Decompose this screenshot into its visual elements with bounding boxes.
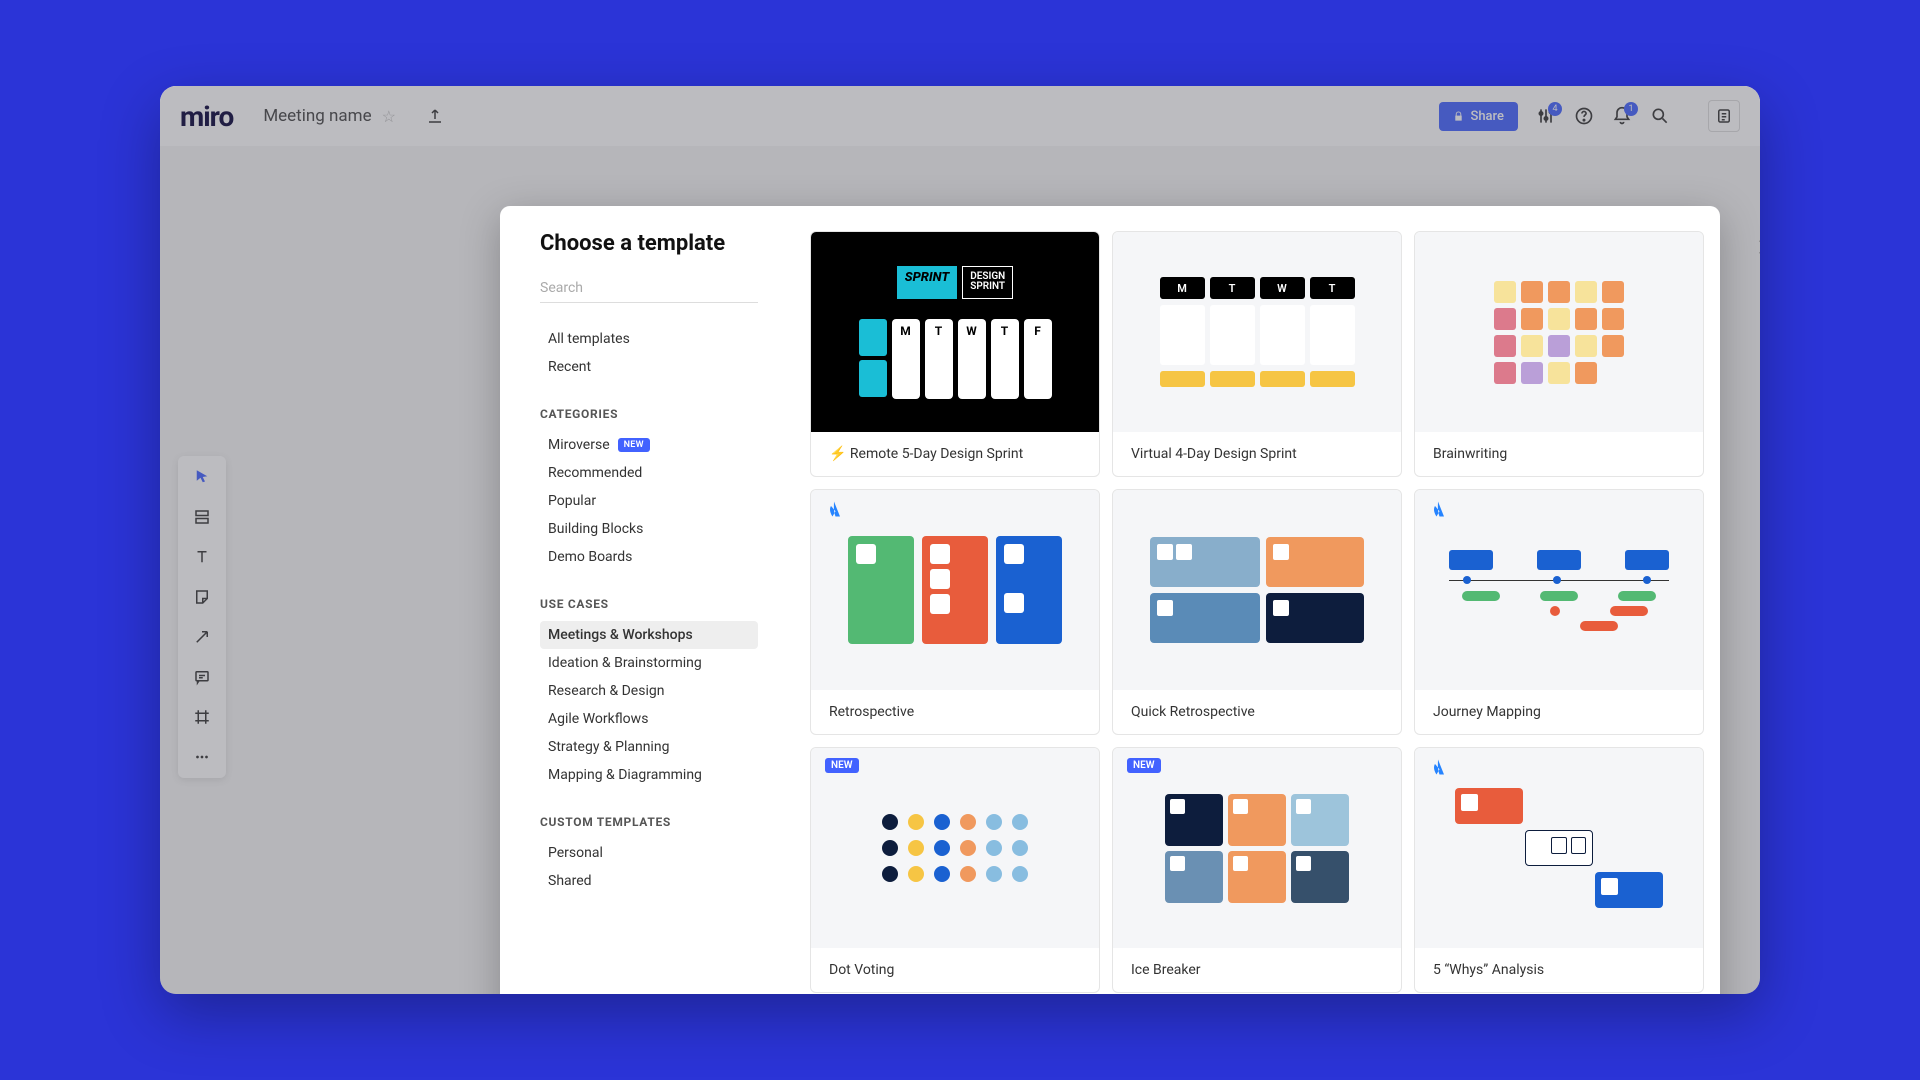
card-preview: MTWT <box>1113 232 1401 432</box>
card-title: Brainwriting <box>1415 432 1703 476</box>
design-sprint-badge: DESIGNSPRINT <box>962 266 1013 299</box>
card-preview <box>1415 232 1703 432</box>
template-grid-container: SPRINT DESIGNSPRINT M T W T F ⚡ Remote 5… <box>780 206 1720 994</box>
card-preview: NEW <box>811 748 1099 948</box>
section-categories: CATEGORIES <box>540 407 758 421</box>
atlassian-icon <box>825 500 843 518</box>
atlassian-icon <box>1429 758 1447 776</box>
card-title: Retrospective <box>811 690 1099 734</box>
card-preview <box>1415 748 1703 948</box>
card-title: 5 “Whys” Analysis <box>1415 948 1703 992</box>
card-preview <box>1415 490 1703 690</box>
template-card-virtual-sprint[interactable]: MTWT Virtual 4-Day Design Sprint <box>1112 231 1402 477</box>
custom-personal[interactable]: Personal <box>540 839 758 867</box>
template-card-remote-sprint[interactable]: SPRINT DESIGNSPRINT M T W T F ⚡ Remote 5… <box>810 231 1100 477</box>
card-title: Quick Retrospective <box>1113 690 1401 734</box>
atlassian-icon <box>1429 500 1447 518</box>
custom-shared[interactable]: Shared <box>540 867 758 895</box>
template-modal: Choose a template All templates Recent C… <box>500 206 1720 994</box>
cat-popular[interactable]: Popular <box>540 487 758 515</box>
cat-miroverse[interactable]: Miroverse NEW <box>540 431 758 459</box>
card-title: Virtual 4-Day Design Sprint <box>1113 432 1401 476</box>
cat-demo-boards[interactable]: Demo Boards <box>540 543 758 571</box>
uc-meetings[interactable]: Meetings & Workshops <box>540 621 758 649</box>
cat-building-blocks[interactable]: Building Blocks <box>540 515 758 543</box>
nav-all-templates[interactable]: All templates <box>540 325 758 353</box>
template-grid: SPRINT DESIGNSPRINT M T W T F ⚡ Remote 5… <box>810 231 1690 994</box>
card-preview: SPRINT DESIGNSPRINT M T W T F <box>811 232 1099 432</box>
template-card-journey[interactable]: Journey Mapping <box>1414 489 1704 735</box>
section-usecases: USE CASES <box>540 597 758 611</box>
cat-recommended[interactable]: Recommended <box>540 459 758 487</box>
new-badge: NEW <box>1127 758 1161 773</box>
cat-label: Miroverse <box>548 437 610 453</box>
search-input[interactable] <box>540 274 758 303</box>
modal-sidebar: Choose a template All templates Recent C… <box>500 206 780 994</box>
sprint-badge: SPRINT <box>897 266 957 299</box>
nav-recent[interactable]: Recent <box>540 353 758 381</box>
template-card-dot-voting[interactable]: NEW Dot Voting <box>810 747 1100 993</box>
card-title: Ice Breaker <box>1113 948 1401 992</box>
card-preview <box>811 490 1099 690</box>
uc-ideation[interactable]: Ideation & Brainstorming <box>540 649 758 677</box>
modal-title: Choose a template <box>540 231 758 256</box>
uc-agile[interactable]: Agile Workflows <box>540 705 758 733</box>
app-frame: miro Meeting name ☆ Share 4 1 <box>160 86 1760 994</box>
template-card-5whys[interactable]: 5 “Whys” Analysis <box>1414 747 1704 993</box>
uc-strategy[interactable]: Strategy & Planning <box>540 733 758 761</box>
section-custom: CUSTOM TEMPLATES <box>540 815 758 829</box>
uc-research[interactable]: Research & Design <box>540 677 758 705</box>
card-title: Dot Voting <box>811 948 1099 992</box>
template-card-quick-retro[interactable]: Quick Retrospective <box>1112 489 1402 735</box>
card-title: Journey Mapping <box>1415 690 1703 734</box>
template-card-ice-breaker[interactable]: NEW Ice Breaker <box>1112 747 1402 993</box>
uc-mapping[interactable]: Mapping & Diagramming <box>540 761 758 789</box>
new-badge: NEW <box>618 438 650 452</box>
close-icon[interactable] <box>1755 236 1760 258</box>
card-title: ⚡ Remote 5-Day Design Sprint <box>811 432 1099 476</box>
new-badge: NEW <box>825 758 859 773</box>
card-preview <box>1113 490 1401 690</box>
template-card-retrospective[interactable]: Retrospective <box>810 489 1100 735</box>
template-card-brainwriting[interactable]: Brainwriting <box>1414 231 1704 477</box>
card-preview: NEW <box>1113 748 1401 948</box>
